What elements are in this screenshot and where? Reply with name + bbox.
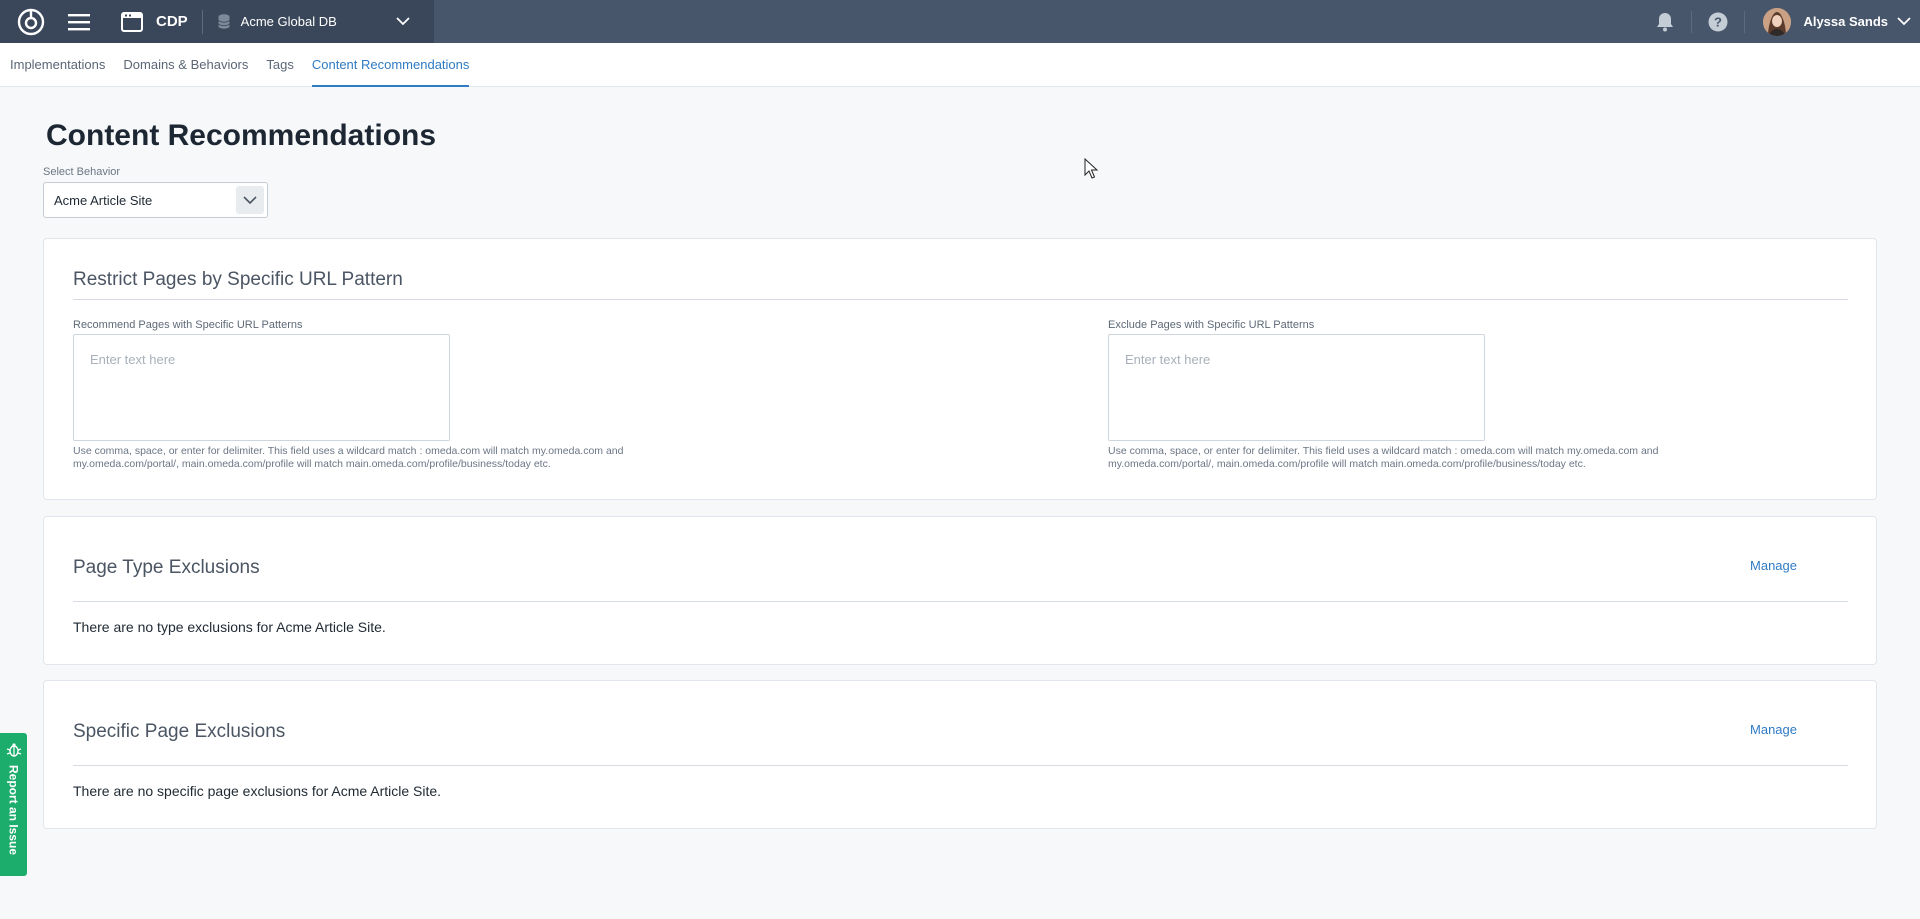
recommend-patterns-label: Recommend Pages with Specific URL Patter… <box>73 319 303 331</box>
database-icon <box>217 14 231 30</box>
database-name: Acme Global DB <box>240 14 337 29</box>
exclude-patterns-label: Exclude Pages with Specific URL Patterns <box>1108 319 1315 331</box>
user-name[interactable]: Alyssa Sands <box>1803 14 1888 29</box>
help-icon[interactable]: ? <box>1706 10 1730 34</box>
divider <box>1691 10 1693 33</box>
report-issue-button[interactable]: Report an Issue <box>0 733 27 876</box>
user-area: ? Alyssa Sands <box>1653 0 1920 43</box>
app-name: CDP <box>156 13 188 30</box>
tab-content-recommendations[interactable]: Content Recommendations <box>311 43 469 87</box>
divider <box>1744 10 1746 33</box>
behavior-select-value: Acme Article Site <box>54 192 153 208</box>
page-exclusions-empty-message: There are no specific page exclusions fo… <box>73 783 442 799</box>
page-type-exclusions-card: Page Type Exclusions Manage There are no… <box>43 516 1877 665</box>
url-pattern-title: Restrict Pages by Specific URL Pattern <box>73 269 403 290</box>
bell-icon[interactable] <box>1653 10 1677 34</box>
app-switcher-area: CDP Acme Global DB <box>0 0 434 43</box>
exclude-patterns-input[interactable]: Enter text here <box>1108 334 1485 441</box>
specific-page-exclusions-title: Specific Page Exclusions <box>73 721 286 742</box>
report-issue-label: Report an Issue <box>6 765 21 856</box>
page-type-exclusions-title: Page Type Exclusions <box>73 557 260 578</box>
svg-text:?: ? <box>1714 14 1722 29</box>
mouse-cursor-icon <box>1084 157 1099 180</box>
card-divider <box>73 765 1848 766</box>
behavior-select[interactable]: Acme Article Site <box>43 182 268 218</box>
bug-icon <box>5 741 23 759</box>
tab-tags[interactable]: Tags <box>266 43 293 86</box>
database-selector[interactable]: Acme Global DB <box>217 0 411 43</box>
page-title: Content Recommendations <box>46 119 437 152</box>
sub-navigation: Implementations Domains & Behaviors Tags… <box>0 43 1920 87</box>
chevron-down-icon[interactable] <box>1896 14 1912 30</box>
manage-type-exclusions-link[interactable]: Manage <box>1750 558 1797 573</box>
recommend-patterns-input[interactable]: Enter text here <box>73 334 450 441</box>
card-divider <box>73 601 1848 602</box>
top-bar: CDP Acme Global DB ? Alyssa Sands <box>0 0 1920 43</box>
manage-page-exclusions-link[interactable]: Manage <box>1750 722 1797 737</box>
specific-page-exclusions-card: Specific Page Exclusions Manage There ar… <box>43 680 1877 829</box>
divider <box>201 9 203 34</box>
hamburger-menu-icon[interactable] <box>66 9 92 35</box>
avatar[interactable] <box>1763 7 1792 36</box>
url-pattern-card: Restrict Pages by Specific URL Pattern R… <box>43 238 1877 500</box>
select-behavior-label: Select Behavior <box>43 166 121 178</box>
card-divider <box>73 299 1848 300</box>
exclude-patterns-help: Use comma, space, or enter for delimiter… <box>1108 445 1659 470</box>
tab-implementations[interactable]: Implementations <box>10 43 105 86</box>
chevron-down-icon <box>236 186 264 214</box>
tab-domains-behaviors[interactable]: Domains & Behaviors <box>123 43 248 86</box>
app-logo-icon[interactable] <box>16 7 46 37</box>
type-exclusions-empty-message: There are no type exclusions for Acme Ar… <box>73 619 386 635</box>
recommend-patterns-help: Use comma, space, or enter for delimiter… <box>73 445 624 470</box>
chevron-down-icon <box>395 14 411 30</box>
app-window-icon <box>120 10 144 34</box>
